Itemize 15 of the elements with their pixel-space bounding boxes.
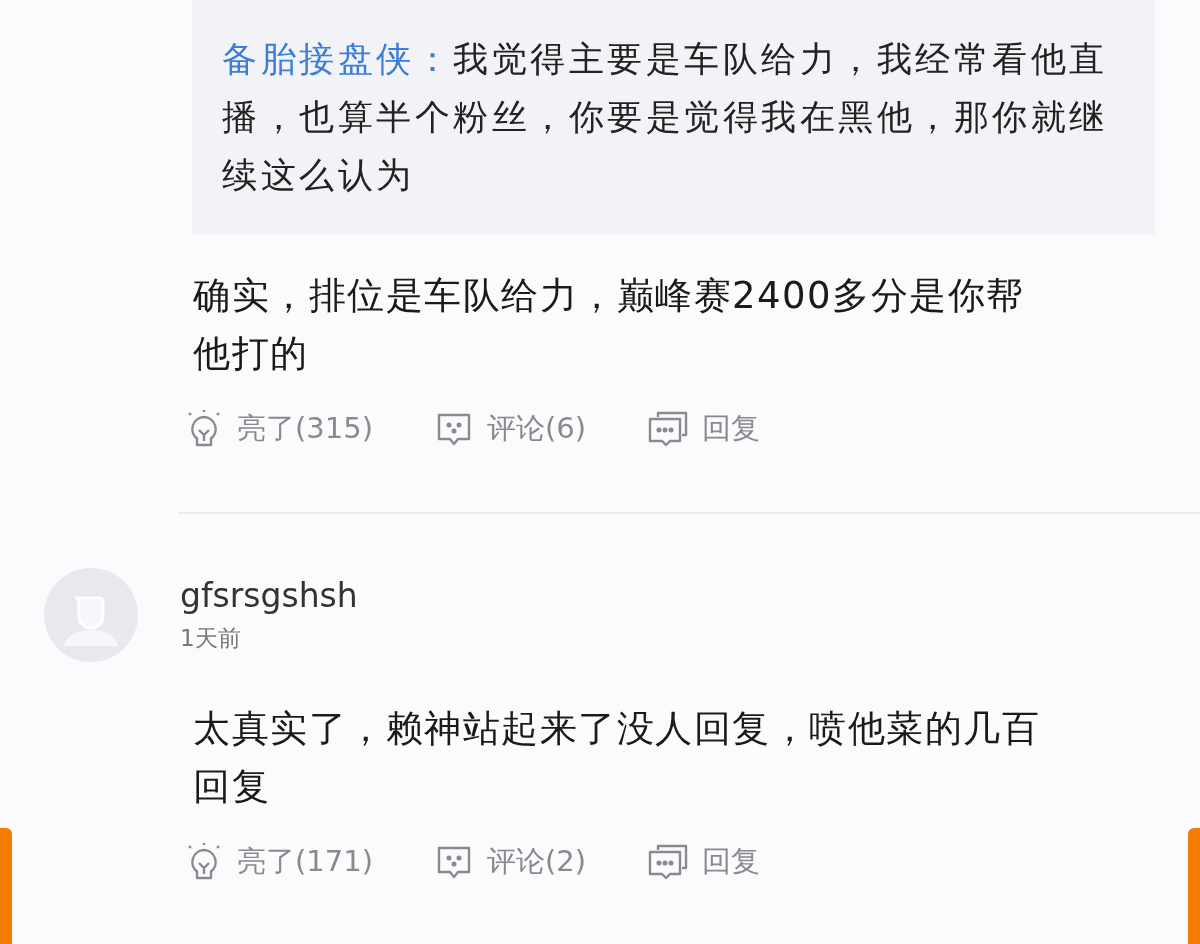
post-time: 1天前 — [180, 624, 242, 653]
comment-button[interactable]: 评论(2) — [435, 842, 587, 882]
lightbulb-icon — [185, 409, 223, 449]
speech-bubbles-icon — [648, 842, 689, 882]
comment-text: 太真实了，赖神站起来了没人回复，喷他菜的几百回复 — [193, 706, 1041, 810]
comment-text: 确实，排位是车队给力，巅峰赛2400多分是你帮他打的 — [193, 273, 1026, 377]
comment-button[interactable]: 评论(6) — [435, 409, 587, 449]
speech-bubbles-icon — [648, 409, 689, 449]
reply-button[interactable]: 回复 — [648, 409, 761, 449]
quoted-comment: 备胎接盘侠：我觉得主要是车队给力，我经常看他直播，也算半个粉丝，你要是觉得我在黑他，那你就继续这么认为 — [192, 0, 1155, 234]
like-button[interactable]: 亮了(315) — [185, 409, 373, 449]
username[interactable]: gfsrsgshsh — [180, 576, 358, 615]
lightbulb-icon — [185, 842, 223, 882]
like-button[interactable]: 亮了(171) — [185, 842, 373, 882]
reply-button[interactable]: 回复 — [648, 842, 761, 882]
